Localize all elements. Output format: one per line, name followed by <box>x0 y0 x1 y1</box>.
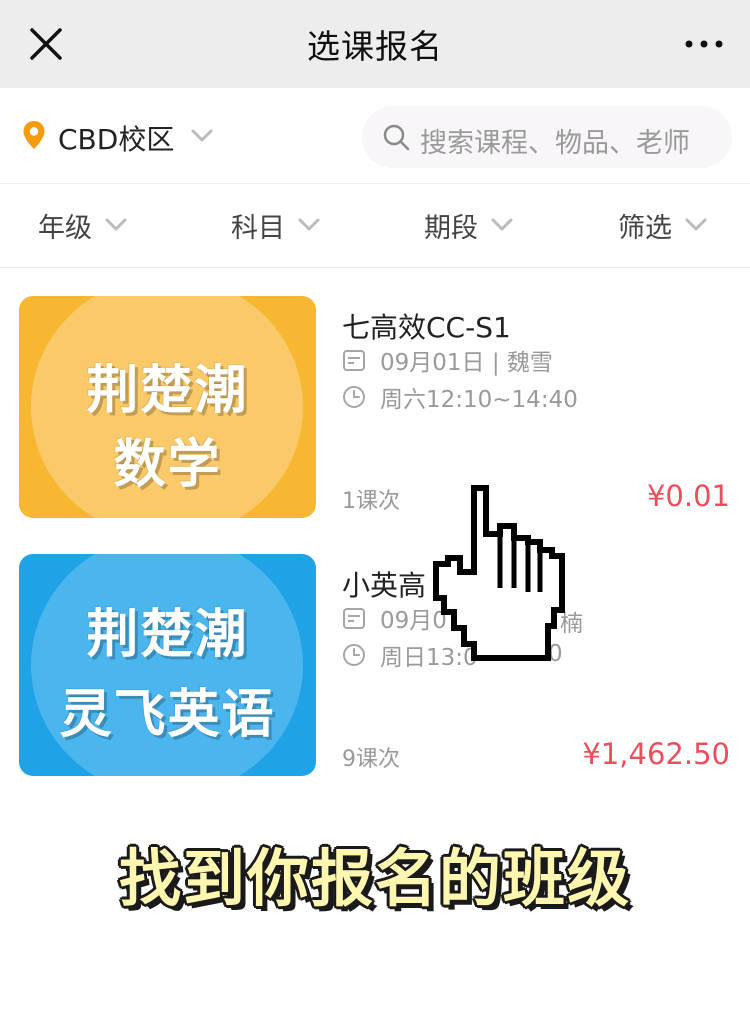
title-bar: 选课报名 <box>0 0 750 88</box>
course-card[interactable]: 荆楚潮 数学 七高效CC-S1 09月01日 | 魏雪 周六12:10~14:4… <box>0 296 750 536</box>
schedule-text: 周六12:10~14:40 <box>380 387 578 413</box>
filter-label: 科目 <box>231 212 285 244</box>
filter-label: 筛选 <box>618 212 672 244</box>
chevron-down-icon <box>491 218 513 231</box>
location-search-row: CBD校区 搜索课程、物品、老师 <box>0 88 750 184</box>
thumbnail-line-2: 数学 <box>113 435 222 495</box>
session-count: 1课次 <box>342 489 400 514</box>
thumbnail-line-2: 灵飞英语 <box>59 685 276 745</box>
search-input[interactable]: 搜索课程、物品、老师 <box>362 106 732 168</box>
filter-term[interactable]: 期段 <box>424 208 514 244</box>
search-icon <box>383 124 410 151</box>
clock-icon <box>343 386 365 408</box>
video-caption: 找到你报名的班级 <box>118 842 631 915</box>
thumbnail-line-1: 荆楚潮 <box>86 361 249 421</box>
calendar-icon <box>343 608 365 629</box>
thumbnail-line-1: 荆楚潮 <box>86 605 249 665</box>
filter-subject[interactable]: 科目 <box>231 208 321 244</box>
campus-selector[interactable]: CBD校区 <box>58 118 174 158</box>
close-icon[interactable] <box>28 26 64 62</box>
course-thumbnail: 荆楚潮 灵飞英语 <box>19 554 316 776</box>
course-title: 小英高 <box>342 569 427 602</box>
clock-icon <box>343 644 365 666</box>
filter-bar: 年级 科目 期段 筛选 <box>0 184 750 268</box>
filter-more[interactable]: 筛选 <box>618 208 708 244</box>
more-dots-icon[interactable] <box>684 34 724 54</box>
filter-grade[interactable]: 年级 <box>38 208 128 244</box>
session-count: 9课次 <box>342 747 400 772</box>
date-teacher-text: 09月01日 | 魏雪 <box>380 350 553 376</box>
search-placeholder: 搜索课程、物品、老师 <box>420 128 690 159</box>
calendar-icon <box>343 350 365 371</box>
course-date-teacher: 09月01日 | 魏雪 <box>342 346 553 376</box>
chevron-down-icon[interactable] <box>190 128 214 144</box>
course-schedule: 周六12:10~14:40 <box>342 383 578 413</box>
course-price: ¥0.01 <box>646 479 730 513</box>
hand-pointer-icon <box>433 485 565 661</box>
filter-label: 期段 <box>424 212 478 244</box>
chevron-down-icon <box>298 218 320 231</box>
chevron-down-icon <box>685 218 707 231</box>
chevron-down-icon <box>105 218 127 231</box>
course-title: 七高效CC-S1 <box>342 311 511 344</box>
filter-label: 年级 <box>38 212 92 244</box>
location-pin-icon[interactable] <box>22 120 46 150</box>
page-title: 选课报名 <box>307 27 443 66</box>
course-price: ¥1,462.50 <box>582 737 730 771</box>
course-card[interactable]: 荆楚潮 灵飞英语 小英高 09月0 楠 周日13:0 0 9课次 ¥1,462.… <box>0 554 750 794</box>
course-thumbnail: 荆楚潮 数学 <box>19 296 316 518</box>
